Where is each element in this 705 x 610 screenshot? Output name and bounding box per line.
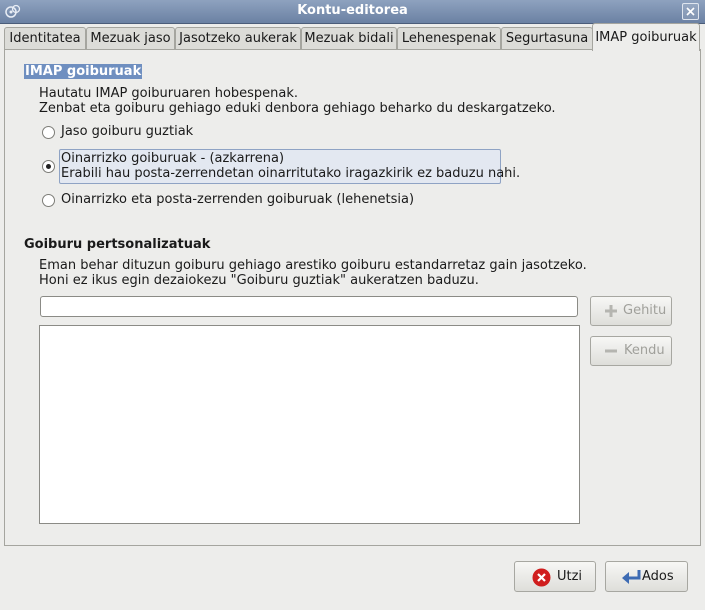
title-bar: Kontu-editorea [0, 0, 705, 24]
tab-bar: Identitatea Mezuak jaso Jasotzeko aukera… [4, 23, 701, 51]
close-icon [686, 7, 695, 16]
tab-label: Mezuak bidali [304, 31, 394, 46]
ok-button[interactable]: Ados [605, 561, 688, 592]
radio-basic-mailinglist-headers-label[interactable]: Oinarrizko eta posta-zerrenden goiburuak… [61, 192, 414, 207]
radio-all-headers[interactable] [42, 126, 55, 139]
add-header-button[interactable]: Gehitu [590, 296, 672, 326]
custom-header-input[interactable] [40, 296, 578, 317]
cancel-icon [532, 568, 551, 587]
tab-receive-options[interactable]: Jasotzeko aukerak [175, 27, 301, 49]
tab-receive-messages[interactable]: Mezuak jaso [86, 27, 175, 49]
radio-basic-headers-label[interactable]: Oinarrizko goiburuak - (azkarrena) [61, 151, 284, 166]
tab-label: IMAP goiburuak [595, 30, 697, 45]
imap-description-line1: Hautatu IMAP goiburuaren hobespenak. [39, 86, 299, 101]
radio-all-headers-label[interactable]: Jaso goiburu guztiak [61, 124, 193, 139]
tab-defaults[interactable]: Lehenespenak [397, 27, 501, 49]
imap-description-line2: Zenbat eta goiburu gehiago eduki denbora… [39, 101, 556, 116]
custom-description-line1: Eman behar dituzun goiburu gehiago arest… [39, 258, 587, 273]
add-icon [605, 305, 617, 317]
tab-label: Lehenespenak [401, 31, 497, 46]
custom-headers-heading: Goiburu pertsonalizatuak [24, 237, 211, 252]
tab-identity[interactable]: Identitatea [4, 27, 86, 49]
custom-headers-list[interactable] [39, 325, 580, 524]
tab-imap-headers[interactable]: IMAP goiburuak [592, 23, 700, 51]
remove-icon [605, 349, 617, 353]
ok-label: Ados [642, 569, 674, 584]
radio-basic-headers-sublabel: Erabili hau posta-zerrendetan oinarritut… [61, 166, 521, 181]
add-header-label: Gehitu [623, 303, 667, 318]
radio-basic-headers[interactable] [42, 160, 55, 173]
imap-headers-heading: IMAP goiburuak [24, 64, 143, 79]
cancel-label: Utzi [557, 569, 583, 584]
radio-basic-mailinglist-headers[interactable] [42, 194, 55, 207]
tab-security[interactable]: Segurtasuna [501, 27, 593, 49]
custom-description-line2: Honi ez ikus egin dezaiokezu "Goiburu gu… [39, 273, 479, 288]
cancel-button[interactable]: Utzi [514, 561, 596, 592]
remove-header-button[interactable]: Kendu [590, 336, 672, 366]
close-window-button[interactable] [682, 3, 699, 20]
window-title: Kontu-editorea [297, 3, 408, 18]
tab-label: Segurtasuna [505, 31, 589, 46]
remove-header-label: Kendu [624, 343, 665, 358]
tab-label: Identitatea [9, 31, 81, 46]
return-arrow-icon [622, 570, 641, 584]
tab-send-messages[interactable]: Mezuak bidali [301, 27, 397, 49]
tab-label: Jasotzeko aukerak [179, 31, 297, 46]
tab-label: Mezuak jaso [90, 31, 171, 46]
